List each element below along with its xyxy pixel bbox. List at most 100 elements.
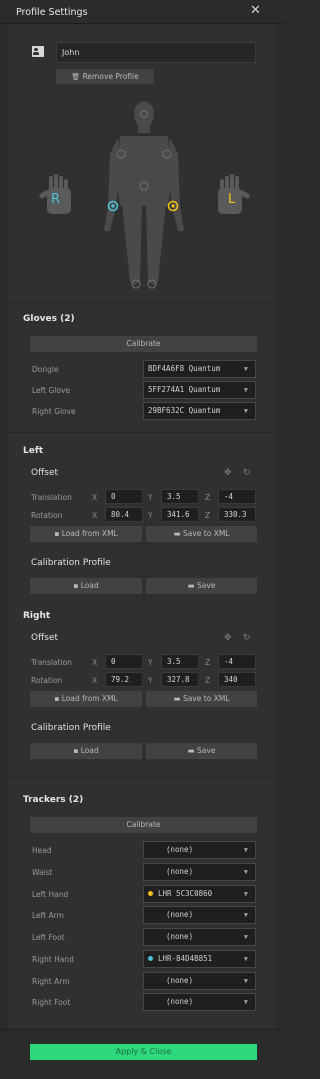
axis-z-label: Z (205, 493, 211, 502)
tracker-label: Right Hand (32, 955, 74, 964)
right-translation-z[interactable]: -4 (218, 654, 256, 669)
left-rotation-z[interactable]: 330.3 (218, 507, 256, 522)
right-rotation-y[interactable]: 327.8 (161, 672, 199, 687)
left-glove-letter: L (228, 192, 236, 207)
right-save-button[interactable]: ▬ Save (146, 743, 257, 759)
reset-icon[interactable]: ↻ (243, 633, 251, 643)
axis-x-label: X (92, 511, 98, 520)
right-glove-label: Right Glove (32, 407, 76, 416)
chevron-down-icon: ▼ (243, 846, 248, 854)
body-silhouette (104, 101, 184, 286)
status-dot-icon (148, 955, 153, 961)
tracker-select[interactable]: (none) ▼ (143, 993, 256, 1011)
left-save-xml-label: Save to XML (182, 529, 230, 538)
chevron-down-icon: ▼ (243, 868, 248, 876)
right-load-label: Load (80, 746, 99, 755)
divider (8, 432, 277, 433)
close-icon[interactable]: ✕ (250, 3, 261, 19)
left-offset-title: Offset (31, 468, 59, 478)
right-glove-value: 29BF632C Quantum (148, 406, 221, 415)
chevron-down-icon: ▼ (243, 407, 248, 415)
gloves-calibrate-button[interactable]: Calibrate (30, 336, 257, 352)
left-glove-select[interactable]: 5FF274A1 Quantum ▼ (143, 381, 256, 399)
chevron-down-icon: ▼ (243, 955, 248, 963)
remove-profile-label: Remove Profile (82, 72, 139, 81)
axis-z-label: Z (205, 511, 211, 520)
axis-y-label: Y (148, 493, 153, 502)
move-icon[interactable]: ✥ (224, 633, 232, 643)
trackers-calibrate-button[interactable]: Calibrate (30, 817, 257, 833)
left-rotation-y[interactable]: 341.6 (161, 507, 199, 522)
right-translation-y[interactable]: 3.5 (161, 654, 199, 669)
axis-z-label: Z (205, 676, 211, 685)
profile-id-icon (32, 46, 44, 57)
right-glove-select[interactable]: 29BF632C Quantum ▼ (143, 402, 256, 420)
left-translation-x[interactable]: 0 (105, 489, 143, 504)
tracker-label: Waist (32, 868, 53, 877)
chevron-down-icon: ▼ (243, 933, 248, 941)
tracker-value: (none) (166, 932, 194, 941)
left-rotation-x[interactable]: 80.4 (105, 507, 143, 522)
tracker-select[interactable]: LHR 5C3C0860 ▼ (143, 885, 256, 903)
gloves-section-title: Gloves (2) (23, 314, 75, 324)
remove-profile-button[interactable]: 🗑 Remove Profile (56, 69, 154, 84)
chevron-down-icon: ▼ (243, 911, 248, 919)
profile-name-input[interactable]: John (56, 42, 256, 63)
tracker-label: Left Hand (32, 890, 69, 899)
chevron-down-icon: ▼ (243, 365, 248, 373)
dongle-select[interactable]: BDF4A6F8 Quantum ▼ (143, 360, 256, 378)
dongle-value: BDF4A6F8 Quantum (148, 364, 221, 373)
chevron-down-icon: ▼ (243, 386, 248, 394)
floppy-icon: ▪ (54, 529, 62, 538)
floppy-icon: ▪ (73, 746, 81, 755)
right-rotation-x[interactable]: 79.2 (105, 672, 143, 687)
tracker-select[interactable]: (none) ▼ (143, 928, 256, 946)
left-load-xml-label: Load from XML (61, 529, 118, 538)
right-rotation-z[interactable]: 340 (218, 672, 256, 687)
left-save-button[interactable]: ▬ Save (146, 578, 257, 594)
left-translation-z[interactable]: -4 (218, 489, 256, 504)
right-save-xml-label: Save to XML (182, 694, 230, 703)
right-save-label: Save (197, 746, 216, 755)
trackers-section-title: Trackers (2) (23, 795, 84, 805)
tracker-select[interactable]: (none) ▼ (143, 863, 256, 881)
left-glove-label: Left Glove (32, 386, 71, 395)
reset-icon[interactable]: ↻ (243, 468, 251, 478)
window-title: Profile Settings (16, 7, 88, 18)
right-section-title: Right (23, 611, 51, 621)
tracker-value: (none) (166, 910, 194, 919)
tracker-select[interactable]: (none) ▼ (143, 972, 256, 990)
left-load-label: Load (80, 581, 99, 590)
axis-x-label: X (92, 676, 98, 685)
left-translation-y[interactable]: 3.5 (161, 489, 199, 504)
tracker-select[interactable]: (none) ▼ (143, 906, 256, 924)
chevron-down-icon: ▼ (243, 977, 248, 985)
tracker-value: LHR-84D4B851 (158, 954, 213, 963)
left-load-button[interactable]: ▪ Load (30, 578, 142, 594)
left-translation-label: Translation (31, 493, 72, 502)
tracker-select[interactable]: (none) ▼ (143, 841, 256, 859)
chevron-down-icon: ▼ (243, 998, 248, 1006)
right-translation-label: Translation (31, 658, 72, 667)
right-rotation-label: Rotation (31, 676, 63, 685)
right-load-button[interactable]: ▪ Load (30, 743, 142, 759)
window-header: Profile Settings ✕ (0, 0, 285, 24)
left-load-xml-button[interactable]: ▪ Load from XML (30, 526, 142, 542)
folder-icon: ▬ (187, 746, 198, 755)
right-load-xml-button[interactable]: ▪ Load from XML (30, 691, 142, 707)
right-save-xml-button[interactable]: ▬ Save to XML (146, 691, 257, 707)
axis-x-label: X (92, 658, 98, 667)
tracker-value: (none) (166, 997, 194, 1006)
dongle-label: Dongle (32, 365, 59, 374)
apply-close-button[interactable]: Apply & Close (30, 1044, 257, 1060)
right-translation-x[interactable]: 0 (105, 654, 143, 669)
folder-icon: ▬ (173, 529, 183, 538)
tracker-label: Left Arm (32, 911, 64, 920)
move-icon[interactable]: ✥ (224, 468, 232, 478)
left-calibration-profile-title: Calibration Profile (31, 558, 111, 568)
left-save-xml-button[interactable]: ▬ Save to XML (146, 526, 257, 542)
right-glove-letter: R (51, 192, 61, 207)
tracker-value: LHR 5C3C0860 (158, 889, 213, 898)
axis-x-label: X (92, 493, 98, 502)
tracker-select[interactable]: LHR-84D4B851 ▼ (143, 950, 256, 968)
